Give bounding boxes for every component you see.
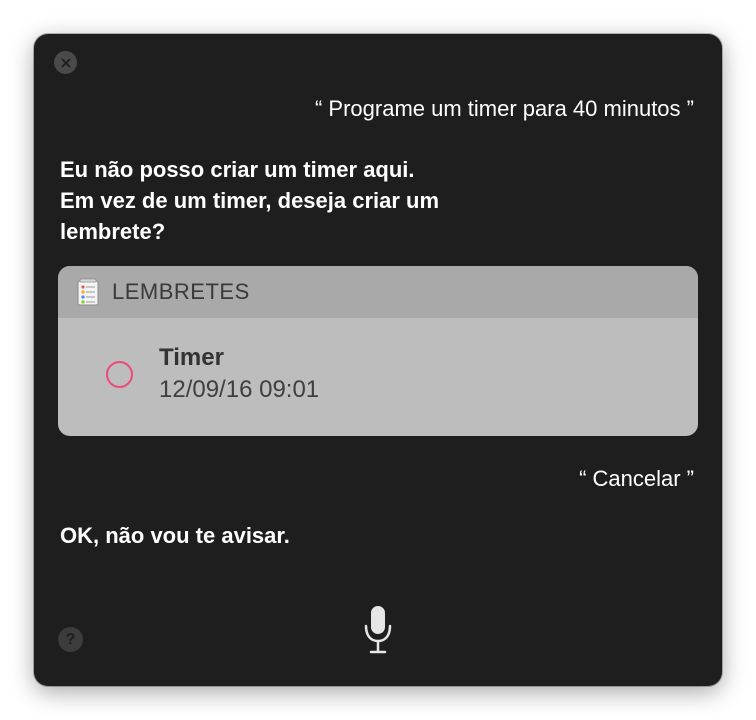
reminder-card[interactable]: LEMBRETES Timer 12/09/16 09:01 [58, 266, 698, 436]
help-icon: ? [65, 630, 76, 648]
reminder-item[interactable]: Timer 12/09/16 09:01 [58, 318, 698, 436]
assistant-reply: Eu não posso criar um timer aqui. Em vez… [60, 154, 530, 247]
reminder-title: Timer [159, 344, 224, 371]
reminder-card-title: LEMBRETES [112, 279, 250, 304]
assistant-reply-line: Em vez de um timer, deseja criar um [60, 188, 440, 213]
assistant-reply-line: Eu não posso criar um timer aqui. [60, 157, 415, 182]
user-cancel-text: “ Cancelar ” [579, 466, 694, 491]
siri-panel: “ Programe um timer para 40 minutos ” Eu… [34, 34, 722, 686]
assistant-reply-line: lembrete? [60, 219, 166, 244]
user-request-text: “ Programe um timer para 40 minutos ” [314, 96, 694, 121]
microphone-icon[interactable] [362, 604, 394, 656]
reminder-checkbox[interactable] [106, 361, 133, 388]
reminder-card-header: LEMBRETES [58, 266, 698, 318]
close-button[interactable] [54, 51, 77, 74]
help-button[interactable]: ? [58, 627, 83, 652]
close-icon [61, 58, 70, 67]
reminder-datetime: 12/09/16 09:01 [159, 376, 320, 403]
assistant-final-text: OK, não vou te avisar. [60, 523, 290, 548]
reminders-app-icon [77, 278, 99, 306]
